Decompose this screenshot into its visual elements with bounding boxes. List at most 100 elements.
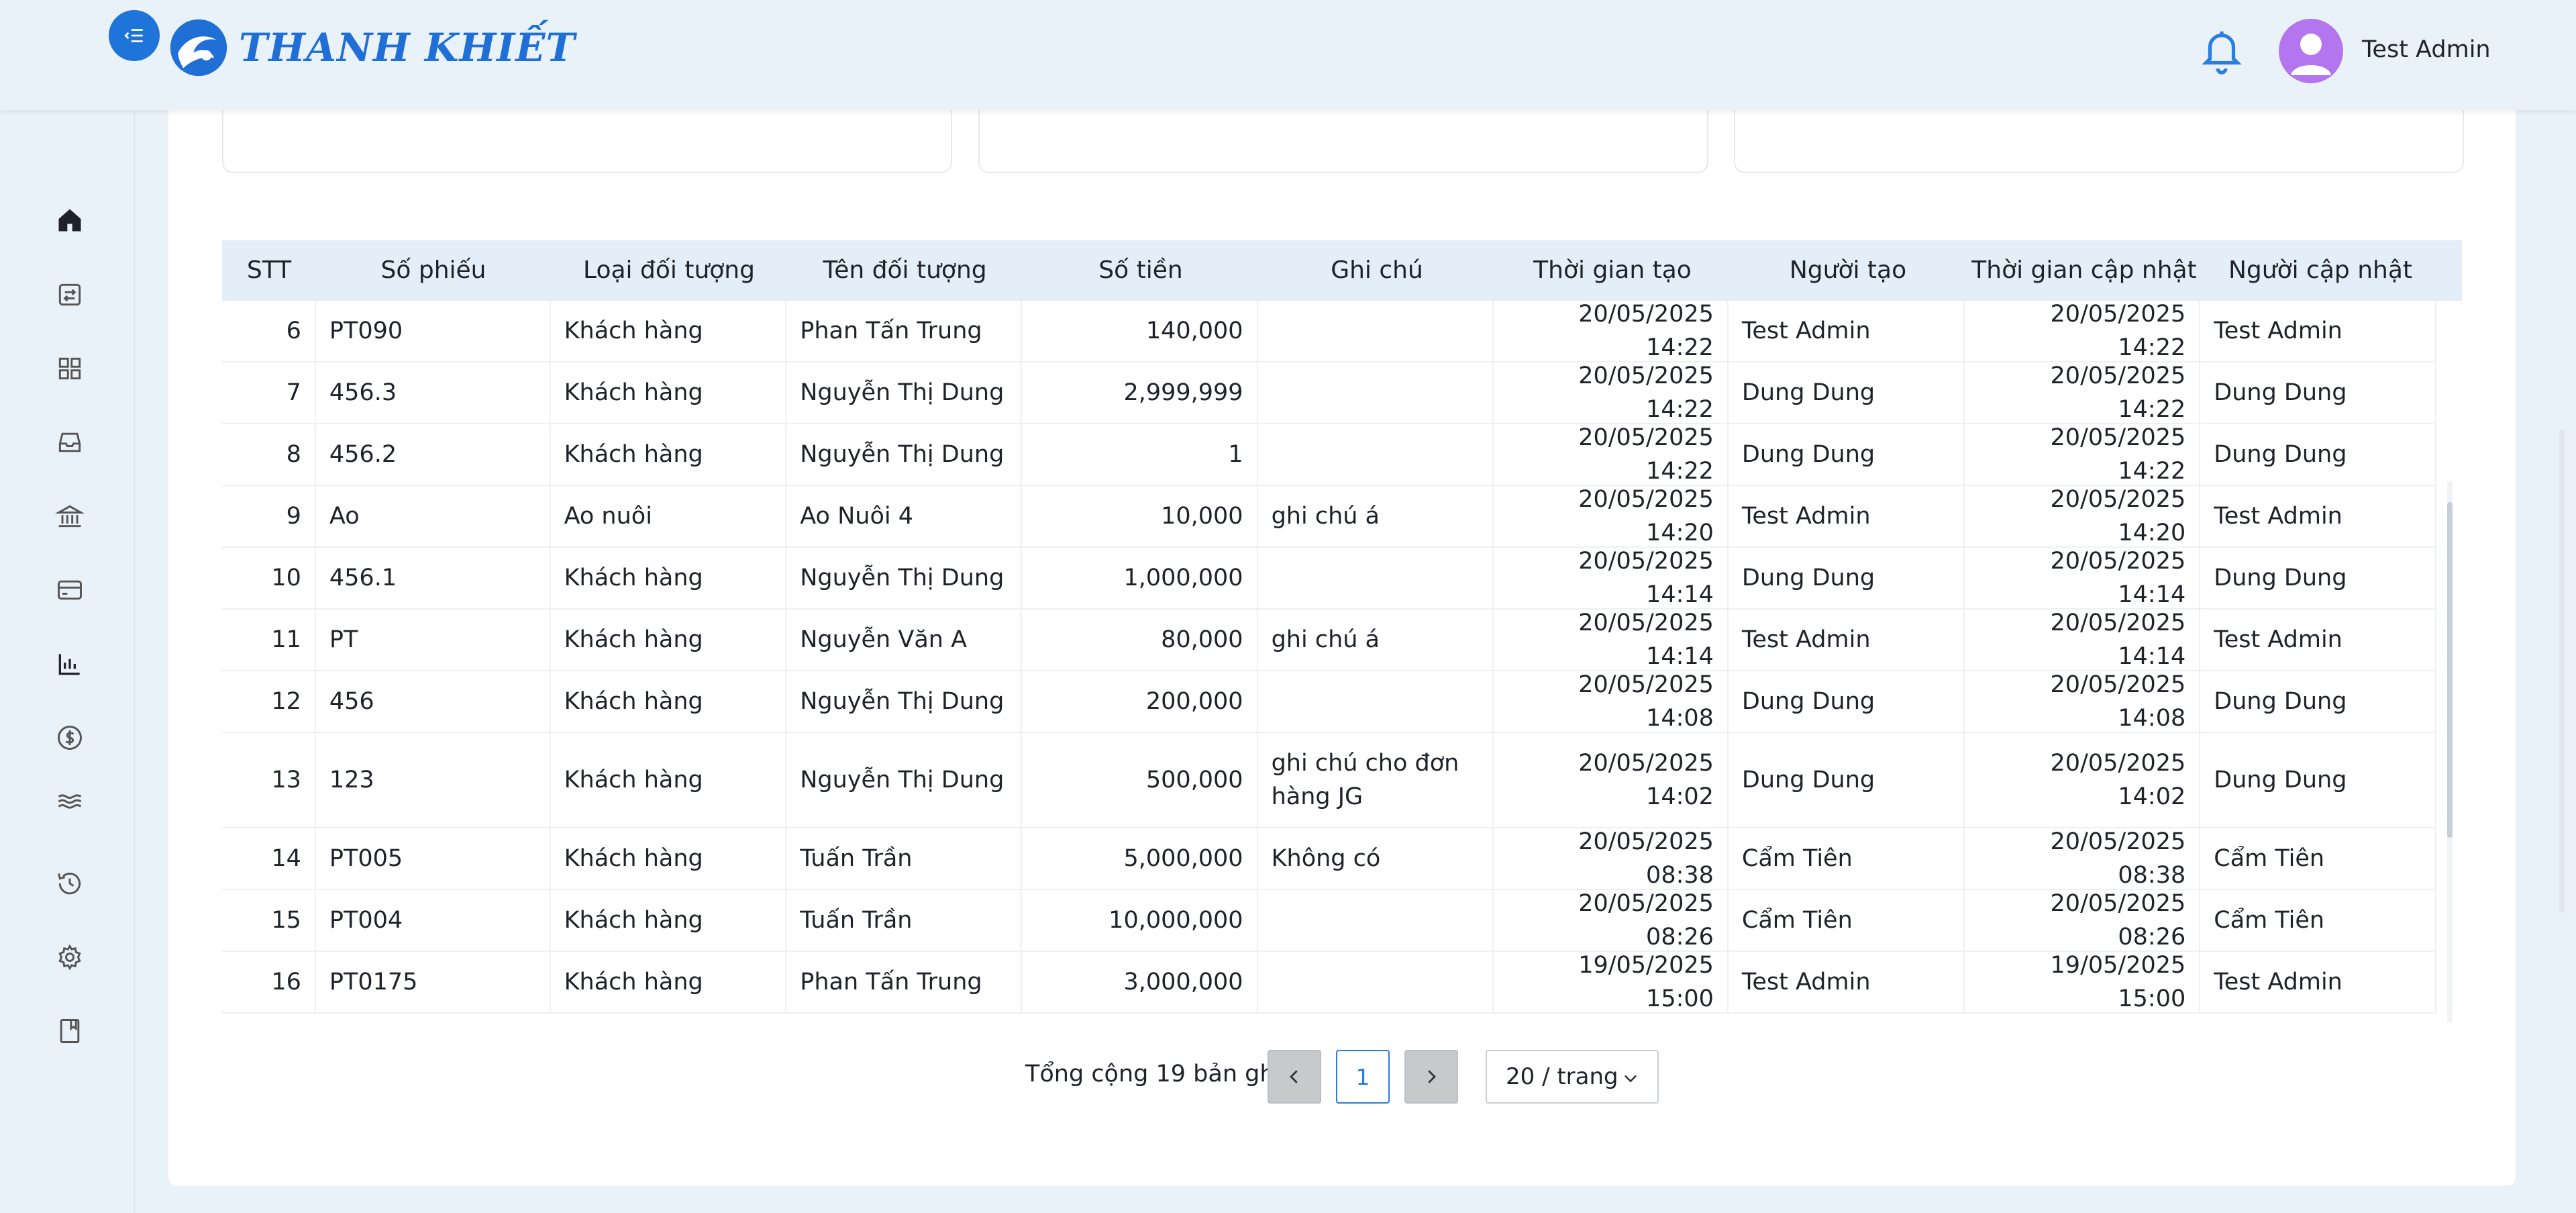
cell-thoi-gian-cap-nhat: 20/05/2025 14:08	[1965, 671, 2201, 732]
sidebar-item-receipts[interactable]	[50, 275, 90, 315]
sidebar-item-ponds[interactable]	[50, 781, 90, 822]
cell-ghi-chu	[1258, 671, 1494, 732]
sidebar-item-payments[interactable]	[50, 570, 90, 610]
bell-icon	[2202, 31, 2242, 75]
sidebar-item-inventory[interactable]	[50, 422, 90, 463]
cell-so-phieu: 456.2	[316, 424, 551, 485]
book-icon	[60, 1019, 80, 1043]
cell-ten-doi-tuong: Phan Tấn Trung	[786, 301, 1022, 361]
sidebar-item-bank[interactable]	[50, 496, 90, 536]
cell-so-phieu: 123	[316, 733, 551, 827]
sidebar-item-dashboard[interactable]	[50, 348, 90, 389]
cell-loai-doi-tuong: Khách hàng	[551, 828, 787, 889]
header-col-stt[interactable]: STT	[222, 240, 316, 301]
sidebar-item-history[interactable]	[50, 863, 90, 904]
table-row[interactable]: 15 PT004 Khách hàng Tuấn Trần 10,000,000 20/0…	[222, 890, 2436, 952]
cell-thoi-gian-tao: 20/05/2025 14:20	[1494, 486, 1729, 546]
brand-logo[interactable]: THANH KHIẾT	[168, 15, 576, 81]
cell-so-phieu: PT0175	[316, 952, 551, 1012]
table-body: 6 PT090 Khách hàng Phan Tấn Trung 140,000 20/…	[222, 301, 2436, 1014]
header-col-so-tien[interactable]: Số tiền	[1023, 240, 1259, 301]
sidebar-item-home[interactable]	[50, 200, 90, 240]
cell-nguoi-cap-nhat: Dung Dung	[2200, 671, 2436, 732]
user-name[interactable]: Test Admin	[2362, 36, 2491, 63]
sidebar-item-finance[interactable]	[50, 718, 90, 758]
header-col-so-phieu[interactable]: Số phiếu	[316, 240, 551, 301]
sidebar-item-settings[interactable]	[50, 937, 90, 977]
table-row[interactable]: 12 456 Khách hàng Nguyễn Thị Dung 200,000 20/…	[222, 671, 2436, 733]
cell-nguoi-tao: Cẩm Tiên	[1729, 828, 1965, 889]
total-records: Tổng cộng 19 bản ghi	[1025, 1061, 1282, 1087]
brand-name: THANH KHIẾT	[239, 25, 576, 70]
cell-nguoi-tao: Test Admin	[1729, 301, 1965, 361]
cell-loai-doi-tuong: Khách hàng	[551, 301, 787, 361]
cell-ten-doi-tuong: Phan Tấn Trung	[786, 952, 1022, 1012]
table-row[interactable]: 6 PT090 Khách hàng Phan Tấn Trung 140,000 20/…	[222, 301, 2436, 362]
table-row[interactable]: 7 456.3 Khách hàng Nguyễn Thị Dung 2,999,999…	[222, 362, 2436, 424]
cell-nguoi-cap-nhat: Test Admin	[2200, 486, 2436, 546]
cell-thoi-gian-tao: 20/05/2025 14:08	[1494, 671, 1729, 732]
cell-ghi-chu: ghi chú á	[1258, 610, 1494, 670]
inbox-icon	[58, 432, 81, 452]
table-row[interactable]: 14 PT005 Khách hàng Tuấn Trần 5,000,000 Không…	[222, 828, 2436, 890]
table-row[interactable]: 16 PT0175 Khách hàng Phan Tấn Trung 3,000,00…	[222, 952, 2436, 1014]
avatar[interactable]	[2279, 19, 2343, 83]
cell-nguoi-tao: Dung Dung	[1729, 548, 1965, 608]
cell-so-phieu: 456.3	[316, 362, 551, 423]
cell-ten-doi-tuong: Ao Nuôi 4	[786, 486, 1022, 546]
cell-ten-doi-tuong: Nguyễn Văn A	[786, 610, 1022, 670]
table-row[interactable]: 8 456.2 Khách hàng Nguyễn Thị Dung 1 20/05/20…	[222, 424, 2436, 486]
table-scrollbar-thumb[interactable]	[2447, 502, 2453, 838]
summary-card-2	[978, 110, 1708, 173]
cell-loai-doi-tuong: Khách hàng	[551, 890, 787, 951]
next-page-button[interactable]	[1404, 1050, 1458, 1104]
cell-ghi-chu: ghi chú á	[1258, 486, 1494, 546]
table-row[interactable]: 13 123 Khách hàng Nguyễn Thị Dung 500,000 ghi…	[222, 733, 2436, 828]
receipt-icon	[58, 283, 81, 306]
header-col-ghi-chu[interactable]: Ghi chú	[1259, 240, 1495, 301]
header-col-thoi-gian-cap-nhat[interactable]: Thời gian cập nhật	[1966, 240, 2202, 301]
header-col-nguoi-cap-nhat[interactable]: Người cập nhật	[2202, 240, 2438, 301]
cell-ghi-chu	[1258, 952, 1494, 1012]
waves-icon	[58, 794, 82, 809]
main-card: STT Số phiếu Loại đối tượng Tên đối tượng Số…	[168, 110, 2516, 1185]
cell-nguoi-tao: Test Admin	[1729, 952, 1965, 1012]
header-col-ten-doi-tuong[interactable]: Tên đối tượng	[787, 240, 1023, 301]
prev-page-button[interactable]	[1268, 1050, 1321, 1104]
cell-stt: 15	[222, 890, 316, 951]
cell-nguoi-cap-nhat: Dung Dung	[2200, 733, 2436, 827]
page-button-current[interactable]: 1	[1336, 1050, 1390, 1104]
cell-thoi-gian-tao: 20/05/2025 08:26	[1494, 890, 1729, 951]
cell-thoi-gian-cap-nhat: 20/05/2025 14:20	[1965, 486, 2201, 546]
table-header: STT Số phiếu Loại đối tượng Tên đối tượng Số…	[222, 240, 2462, 301]
bank-icon	[55, 505, 85, 528]
cell-stt: 6	[222, 301, 316, 361]
cell-stt: 7	[222, 362, 316, 423]
receipts-table: STT Số phiếu Loại đối tượng Tên đối tượng Số…	[222, 240, 2462, 1019]
cell-ghi-chu	[1258, 548, 1494, 608]
cell-so-tien: 2,999,999	[1022, 362, 1258, 423]
table-row[interactable]: 11 PT Khách hàng Nguyễn Văn A 80,000 ghi chú …	[222, 610, 2436, 671]
cell-nguoi-tao: Test Admin	[1729, 610, 1965, 670]
cell-so-phieu: PT004	[316, 890, 551, 951]
table-row[interactable]: 10 456.1 Khách hàng Nguyễn Thị Dung 1,000,00…	[222, 548, 2436, 610]
menu-toggle-button[interactable]	[109, 10, 160, 61]
header-col-nguoi-tao[interactable]: Người tạo	[1730, 240, 1966, 301]
header-col-loai-doi-tuong[interactable]: Loại đối tượng	[551, 240, 787, 301]
sidebar-item-docs[interactable]	[50, 1011, 90, 1051]
cell-thoi-gian-cap-nhat: 19/05/2025 15:00	[1965, 952, 2201, 1012]
cell-stt: 8	[222, 424, 316, 485]
chevron-right-icon	[1428, 1070, 1436, 1083]
cell-thoi-gian-cap-nhat: 20/05/2025 14:02	[1965, 733, 2201, 827]
cell-thoi-gian-tao: 20/05/2025 14:14	[1494, 548, 1729, 608]
page-size-select[interactable]: 20 / trang	[1486, 1050, 1659, 1104]
table-row[interactable]: 9 Ao Ao nuôi Ao Nuôi 4 10,000 ghi chú á 20/05/…	[222, 486, 2436, 548]
logo-wave-icon	[170, 19, 227, 77]
sidebar-item-reports[interactable]	[50, 644, 90, 684]
cell-thoi-gian-cap-nhat: 20/05/2025 14:22	[1965, 362, 2201, 423]
cell-nguoi-cap-nhat: Dung Dung	[2200, 362, 2436, 423]
cell-stt: 10	[222, 548, 316, 608]
header-col-thoi-gian-tao[interactable]: Thời gian tạo	[1495, 240, 1730, 301]
notification-button[interactable]	[2198, 24, 2245, 81]
cell-nguoi-cap-nhat: Test Admin	[2200, 610, 2436, 670]
